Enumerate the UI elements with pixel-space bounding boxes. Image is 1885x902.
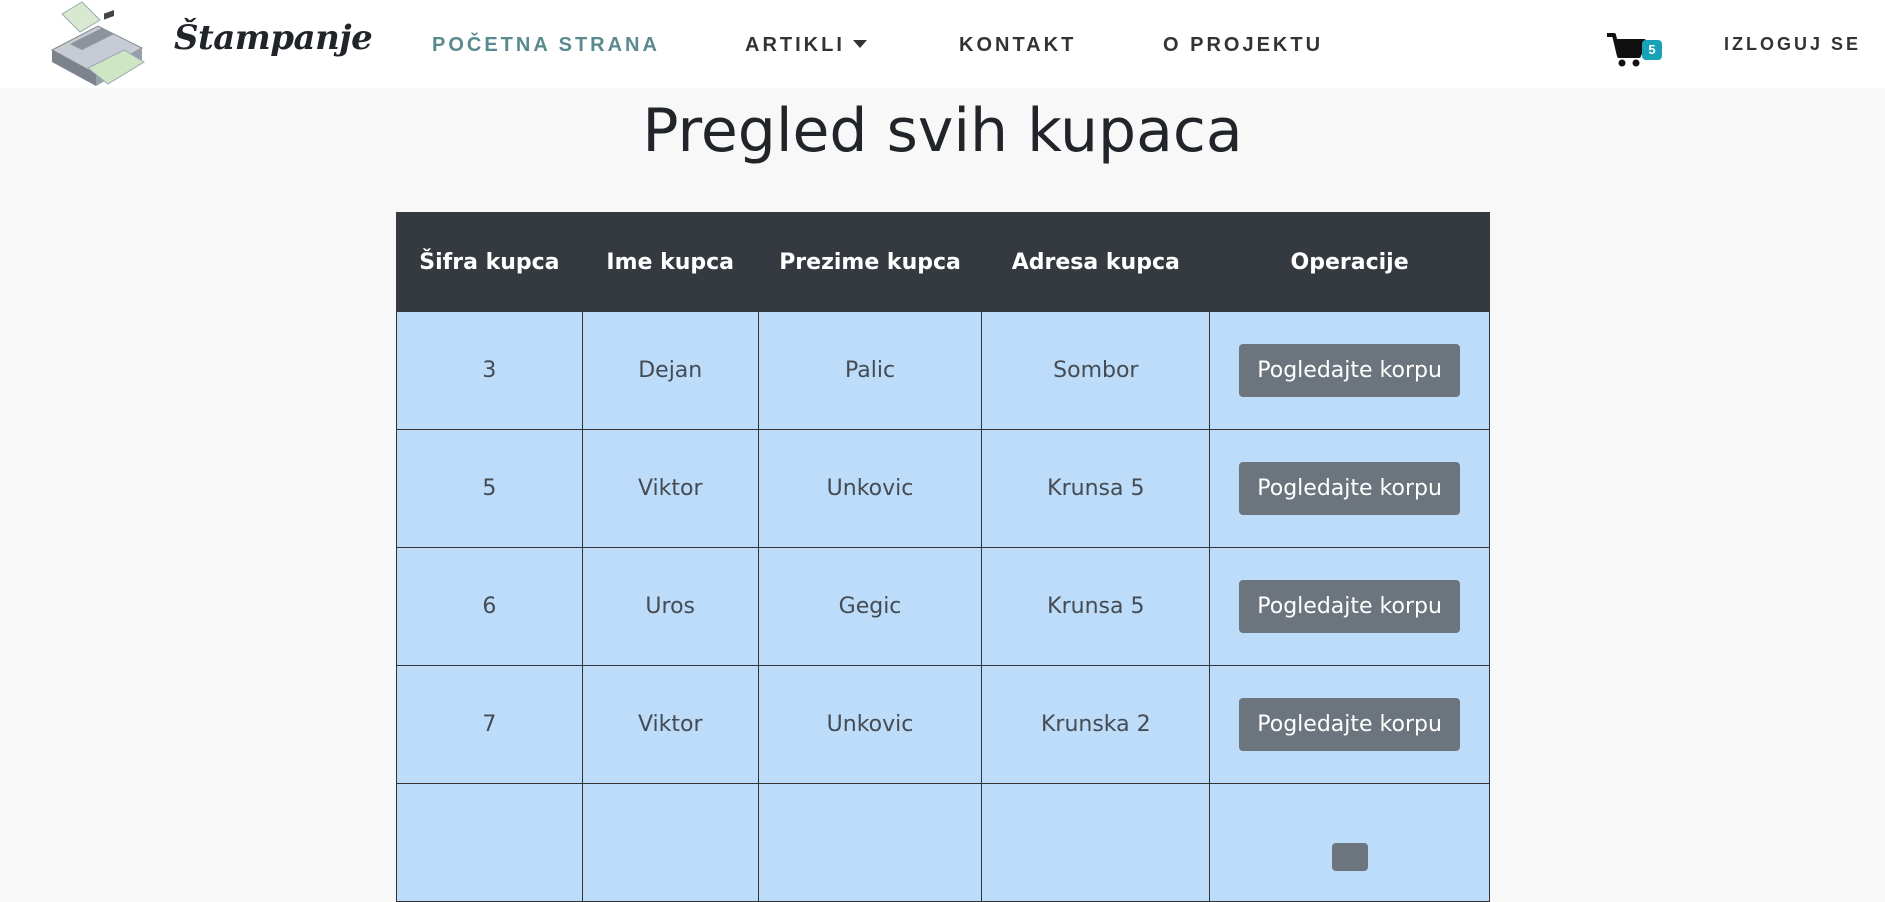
cell-last-name [757,783,983,902]
header-customer-id: Šifra kupca [396,212,583,312]
cell-customer-id: 7 [396,665,583,784]
page-title: Pregled svih kupaca [642,96,1243,166]
cell-address: Sombor [981,311,1211,430]
cell-operations: Pogledajte korpu [1209,547,1490,666]
caret-down-icon [852,39,867,48]
cell-operations: Pogledajte korpu [1209,311,1490,430]
view-cart-button[interactable]: Pogledajte korpu [1239,698,1460,751]
table-row: 3 Dejan Palic Sombor Pogledajte korpu [396,311,1490,430]
view-cart-button[interactable]: Pogledajte korpu [1239,462,1460,515]
view-cart-button[interactable] [1331,842,1368,871]
table-row: 6 Uros Gegic Krunsa 5 Pogledajte korpu [396,547,1490,666]
cell-customer-id: 3 [396,311,583,430]
view-cart-button[interactable]: Pogledajte korpu [1239,344,1460,397]
table-row [396,783,1490,902]
cell-address: Krunsa 5 [981,429,1211,548]
cart-count-badge: 5 [1642,40,1662,60]
cell-first-name: Dejan [581,311,759,430]
header-first-name: Ime kupca [581,212,759,312]
cell-first-name: Viktor [581,665,759,784]
cell-first-name: Viktor [581,429,759,548]
printer-icon[interactable] [48,0,146,88]
cell-last-name: Unkovic [757,429,983,548]
cell-customer-id [396,783,583,902]
customers-table: Šifra kupca Ime kupca Prezime kupca Adre… [396,212,1490,902]
cell-last-name: Unkovic [757,665,983,784]
cart-icon[interactable] [1606,30,1646,70]
cell-first-name [581,783,759,902]
navbar: Štampanje POČETNA STRANA ARTIKLI KONTAKT… [0,0,1885,88]
cell-last-name: Gegic [757,547,983,666]
nav-contact[interactable]: KONTAKT [959,34,1076,57]
table-row: 5 Viktor Unkovic Krunsa 5 Pogledajte kor… [396,429,1490,548]
cell-operations [1209,783,1490,902]
table-header-row: Šifra kupca Ime kupca Prezime kupca Adre… [396,212,1490,312]
nav-articles-label: ARTIKLI [745,34,845,56]
cell-address: Krunska 2 [981,665,1211,784]
cell-address [981,783,1211,902]
nav-home[interactable]: POČETNA STRANA [432,34,660,57]
nav-about[interactable]: O PROJEKTU [1163,34,1323,57]
logout-link[interactable]: IZLOGUJ SE [1724,34,1861,55]
cell-first-name: Uros [581,547,759,666]
nav-articles-dropdown[interactable]: ARTIKLI [745,34,867,57]
header-last-name: Prezime kupca [757,212,983,312]
cell-operations: Pogledajte korpu [1209,665,1490,784]
cell-last-name: Palic [757,311,983,430]
cell-customer-id: 6 [396,547,583,666]
cell-operations: Pogledajte korpu [1209,429,1490,548]
header-operations: Operacije [1209,212,1490,312]
cell-address: Krunsa 5 [981,547,1211,666]
table-row: 7 Viktor Unkovic Krunska 2 Pogledajte ko… [396,665,1490,784]
brand-name[interactable]: Štampanje [174,18,373,58]
view-cart-button[interactable]: Pogledajte korpu [1239,580,1460,633]
header-address: Adresa kupca [981,212,1211,312]
cell-customer-id: 5 [396,429,583,548]
